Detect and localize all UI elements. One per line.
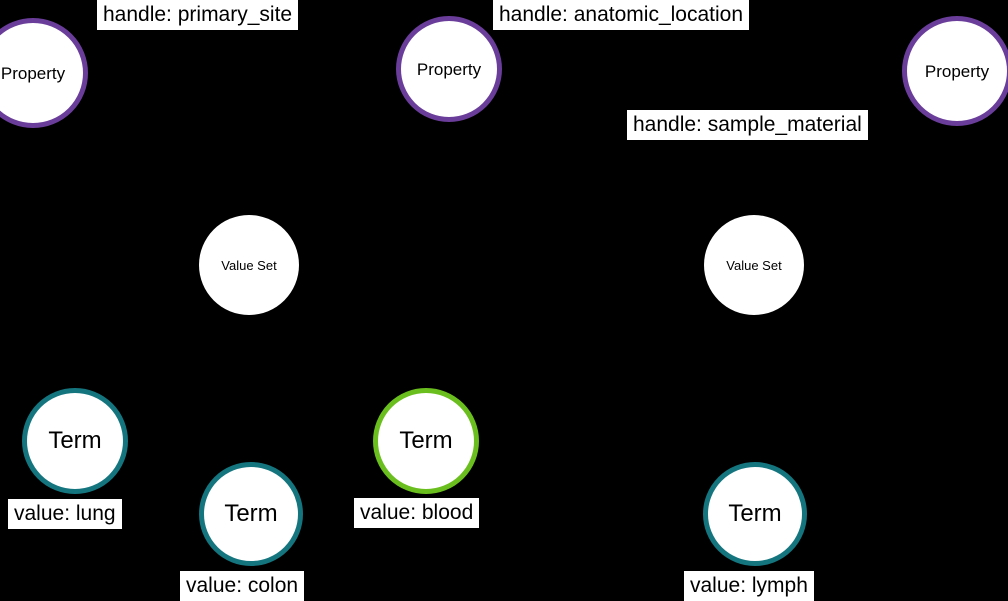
label-value-lung: value: lung: [8, 499, 122, 529]
node-label: Term: [728, 500, 782, 527]
node-label: Property: [0, 63, 66, 83]
node-label: Term: [399, 427, 453, 454]
node-term-lymph[interactable]: Term: [703, 462, 807, 566]
node-value-set-left[interactable]: Value Set: [199, 215, 299, 315]
node-term-blood[interactable]: Term: [373, 388, 479, 494]
label-handle-anatomic-location: handle: anatomic_location: [493, 0, 750, 30]
graph-canvas: Property Property Property Value Set Val…: [0, 0, 1008, 601]
node-property-anatomic-location[interactable]: Property: [396, 16, 502, 122]
node-property-sample-material[interactable]: Property: [902, 16, 1008, 126]
node-term-colon[interactable]: Term: [199, 462, 303, 566]
label-value-lymph: value: lymph: [684, 571, 814, 601]
node-label: Value Set: [221, 257, 277, 273]
label-handle-primary-site: handle: primary_site: [97, 0, 299, 30]
node-label: Term: [48, 427, 102, 454]
node-label: Term: [224, 500, 278, 527]
node-property-primary-site[interactable]: Property: [0, 18, 88, 128]
node-label: Value Set: [726, 257, 782, 273]
node-label: Property: [924, 61, 990, 81]
node-term-lung[interactable]: Term: [22, 388, 128, 494]
node-value-set-right[interactable]: Value Set: [704, 215, 804, 315]
label-value-colon: value: colon: [180, 571, 305, 601]
label-handle-sample-material: handle: sample_material: [627, 110, 868, 140]
node-label: Property: [416, 59, 482, 79]
label-value-blood: value: blood: [354, 498, 480, 528]
